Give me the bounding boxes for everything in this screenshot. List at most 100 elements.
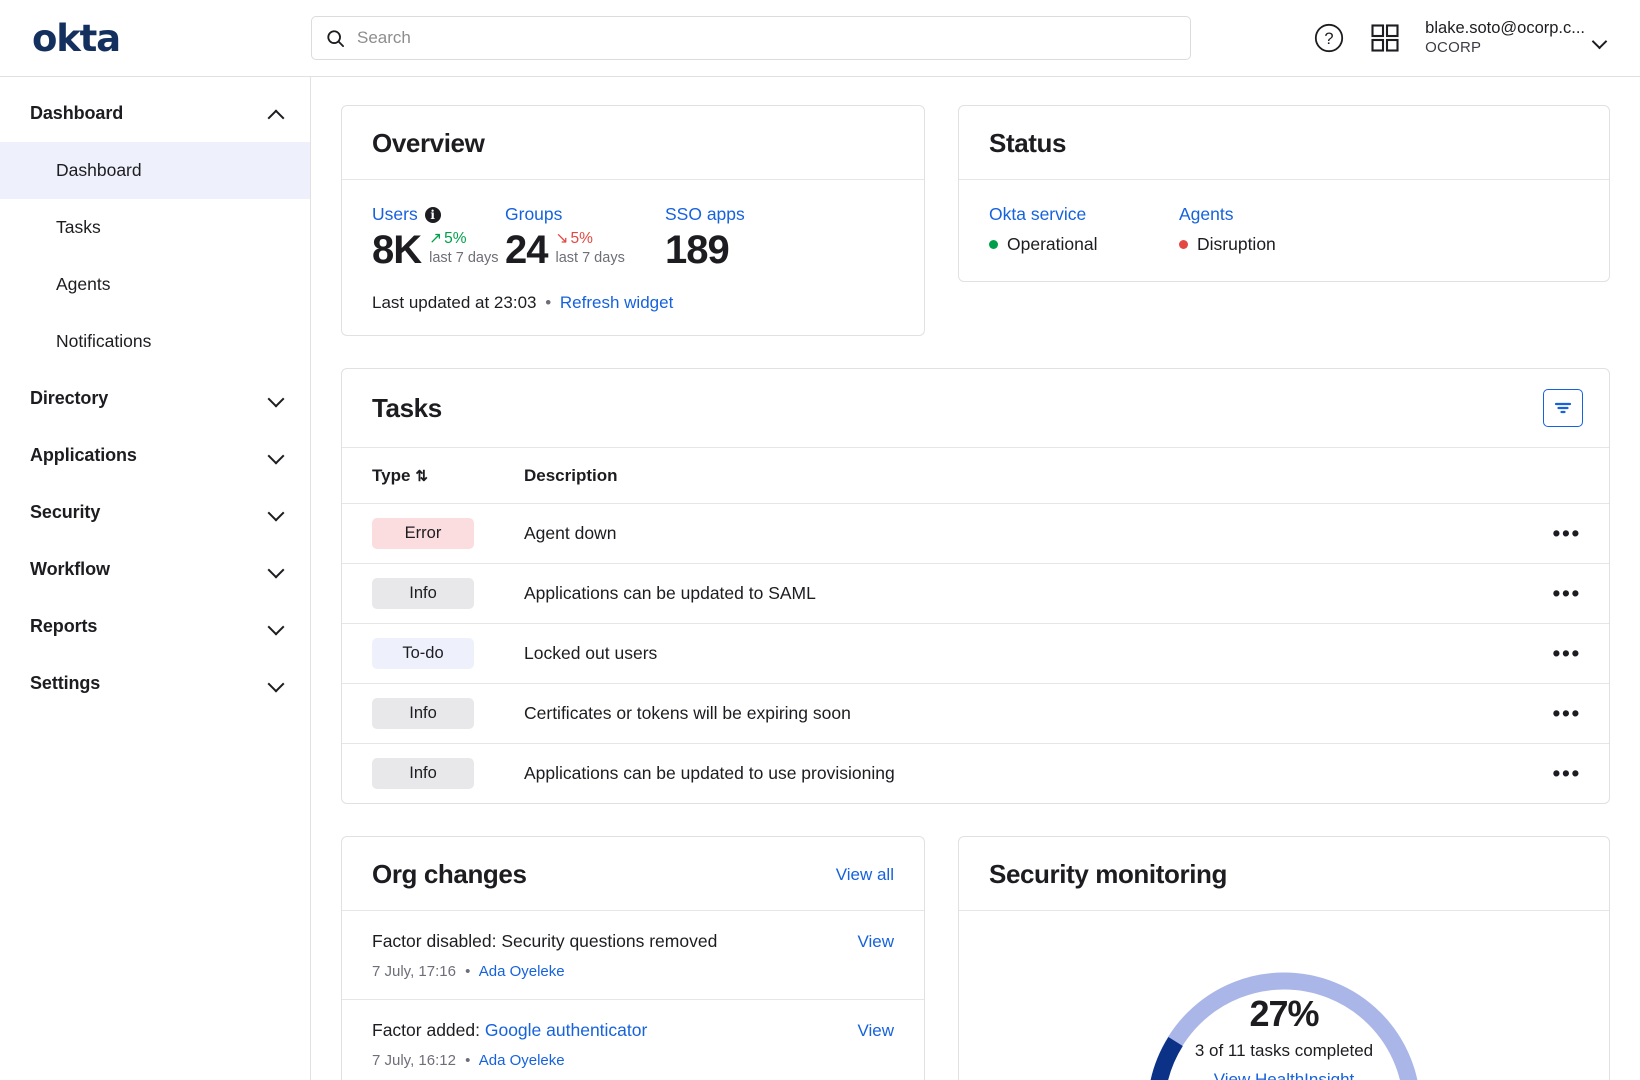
org-change-content: Factor added: Google authenticator 7 Jul… bbox=[372, 1020, 857, 1069]
chevron-up-icon bbox=[268, 106, 284, 122]
table-row[interactable]: To-do Locked out users ••• bbox=[342, 624, 1609, 684]
row-menu-icon[interactable]: ••• bbox=[1552, 580, 1581, 606]
sidebar-group-label: Security bbox=[30, 502, 100, 523]
task-description-cell: Applications can be updated to SAML bbox=[524, 564, 1539, 624]
column-header-type[interactable]: Type⇅ bbox=[342, 448, 524, 504]
row-menu-icon[interactable]: ••• bbox=[1552, 640, 1581, 666]
top-widgets-row: Overview Users i 8K bbox=[341, 105, 1610, 336]
sidebar-group-label: Reports bbox=[30, 616, 97, 637]
info-icon[interactable]: i bbox=[425, 207, 441, 223]
metric-groups-delta-period: last 7 days bbox=[556, 250, 625, 266]
org-change-title: Factor disabled: Security questions remo… bbox=[372, 931, 857, 952]
view-link[interactable]: View bbox=[857, 1020, 894, 1041]
row-menu-icon[interactable]: ••• bbox=[1552, 520, 1581, 546]
sidebar-item-label: Tasks bbox=[56, 217, 101, 238]
sidebar-group-applications[interactable]: Applications bbox=[0, 427, 310, 484]
sidebar-group-workflow[interactable]: Workflow bbox=[0, 541, 310, 598]
chevron-down-icon bbox=[268, 676, 284, 692]
column-header-description-label: Description bbox=[524, 466, 618, 485]
chevron-down-icon bbox=[268, 391, 284, 407]
metric-users-delta-value: 5% bbox=[444, 229, 466, 248]
org-change-time: 7 July, 16:12 bbox=[372, 1052, 456, 1069]
org-change-actor[interactable]: Ada Oyeleke bbox=[479, 1052, 565, 1069]
status-agents-link[interactable]: Agents bbox=[1179, 204, 1276, 225]
metric-groups-label: Groups bbox=[505, 204, 562, 225]
user-email: blake.soto@ocorp.c... bbox=[1425, 18, 1585, 39]
top-header: okta ? bbox=[0, 0, 1640, 77]
view-healthinsight-link[interactable]: View HealthInsight bbox=[1134, 1070, 1434, 1080]
metric-users-value: 8K bbox=[372, 229, 421, 271]
header-actions: ? blake.soto@ocorp.c... OCORP bbox=[1313, 18, 1612, 57]
metric-users-delta-period: last 7 days bbox=[429, 250, 498, 266]
sidebar-group-reports[interactable]: Reports bbox=[0, 598, 310, 655]
metric-users-row: 8K ↗ 5% last 7 days bbox=[372, 229, 505, 271]
sidebar-group-settings[interactable]: Settings bbox=[0, 655, 310, 712]
overview-card-header: Overview bbox=[342, 106, 924, 180]
org-change-title-text: Factor disabled: Security questions remo… bbox=[372, 931, 717, 951]
status-card: Status Okta service Operational Agents bbox=[958, 105, 1610, 282]
overview-metrics: Users i 8K ↗ 5% bbox=[372, 204, 894, 271]
metric-users-label: Users bbox=[372, 204, 418, 225]
sidebar-item-agents[interactable]: Agents bbox=[0, 256, 310, 313]
sidebar-item-tasks[interactable]: Tasks bbox=[0, 199, 310, 256]
org-change-time: 7 July, 17:16 bbox=[372, 963, 456, 980]
sidebar-group-label: Workflow bbox=[30, 559, 110, 580]
task-type-cell: To-do bbox=[342, 624, 524, 684]
sidebar-group-dashboard[interactable]: Dashboard bbox=[0, 85, 310, 142]
footer-separator: • bbox=[545, 293, 551, 312]
sidebar-item-dashboard[interactable]: Dashboard bbox=[0, 142, 310, 199]
status-agents-text: Disruption bbox=[1197, 234, 1276, 255]
task-type-cell: Info bbox=[342, 684, 524, 744]
user-org: OCORP bbox=[1425, 39, 1585, 58]
sidebar-item-notifications[interactable]: Notifications bbox=[0, 313, 310, 370]
refresh-widget-link[interactable]: Refresh widget bbox=[560, 293, 673, 312]
org-change-actor[interactable]: Ada Oyeleke bbox=[479, 963, 565, 980]
okta-logo[interactable]: okta bbox=[28, 20, 311, 57]
status-card-header: Status bbox=[959, 106, 1609, 180]
status-badge: Info bbox=[372, 698, 474, 729]
sidebar-group-directory[interactable]: Directory bbox=[0, 370, 310, 427]
security-monitoring-card: Security monitoring 27% 3 of 11 tasks co… bbox=[958, 836, 1610, 1080]
filter-icon[interactable] bbox=[1543, 389, 1583, 427]
view-link[interactable]: View bbox=[857, 931, 894, 952]
table-row[interactable]: Info Certificates or tokens will be expi… bbox=[342, 684, 1609, 744]
user-info: blake.soto@ocorp.c... OCORP bbox=[1425, 18, 1585, 57]
status-agents-value: Disruption bbox=[1179, 234, 1276, 255]
row-menu-icon[interactable]: ••• bbox=[1552, 700, 1581, 726]
tasks-title: Tasks bbox=[372, 393, 442, 424]
metric-sso-apps-link[interactable]: SSO apps bbox=[665, 204, 745, 225]
task-actions-cell: ••• bbox=[1539, 624, 1609, 684]
sidebar-item-label: Dashboard bbox=[56, 160, 142, 181]
user-menu[interactable]: blake.soto@ocorp.c... OCORP bbox=[1425, 18, 1608, 57]
table-row[interactable]: Info Applications can be updated to SAML… bbox=[342, 564, 1609, 624]
table-row[interactable]: Error Agent down ••• bbox=[342, 504, 1609, 564]
app-grid-icon[interactable] bbox=[1369, 22, 1401, 54]
metric-groups-link[interactable]: Groups bbox=[505, 204, 665, 225]
task-type-cell: Info bbox=[342, 744, 524, 804]
status-okta-service-link[interactable]: Okta service bbox=[989, 204, 1179, 225]
column-header-actions bbox=[1539, 448, 1609, 504]
trend-up-icon: ↗ bbox=[429, 229, 442, 248]
sidebar-group-label: Directory bbox=[30, 388, 108, 409]
chevron-down-icon bbox=[268, 448, 284, 464]
gauge-subtitle: 3 of 11 tasks completed bbox=[1134, 1041, 1434, 1061]
tasks-table-body: Error Agent down ••• Info Applications bbox=[342, 504, 1609, 804]
row-menu-icon[interactable]: ••• bbox=[1552, 760, 1581, 786]
meta-separator: • bbox=[465, 963, 470, 980]
help-circle-icon[interactable]: ? bbox=[1313, 22, 1345, 54]
sidebar-group-security[interactable]: Security bbox=[0, 484, 310, 541]
tasks-card: Tasks Type⇅ bbox=[341, 368, 1610, 804]
metric-users-delta: ↗ 5% last 7 days bbox=[429, 229, 498, 271]
sort-updown-icon[interactable]: ⇅ bbox=[415, 467, 428, 485]
gauge-center-labels: 27% 3 of 11 tasks completed View HealthI… bbox=[1134, 993, 1434, 1080]
search-input[interactable] bbox=[357, 28, 1176, 48]
metric-users-link[interactable]: Users i bbox=[372, 204, 505, 225]
search-bar[interactable] bbox=[311, 16, 1191, 60]
completion-gauge: 27% 3 of 11 tasks completed View HealthI… bbox=[1134, 941, 1434, 1080]
view-all-link[interactable]: View all bbox=[836, 865, 894, 885]
org-change-title-link[interactable]: Google authenticator bbox=[485, 1020, 647, 1040]
status-okta-service-value: Operational bbox=[989, 234, 1179, 255]
table-row[interactable]: Info Applications can be updated to use … bbox=[342, 744, 1609, 804]
chevron-down-icon bbox=[268, 505, 284, 521]
org-changes-header: Org changes View all bbox=[342, 837, 924, 911]
